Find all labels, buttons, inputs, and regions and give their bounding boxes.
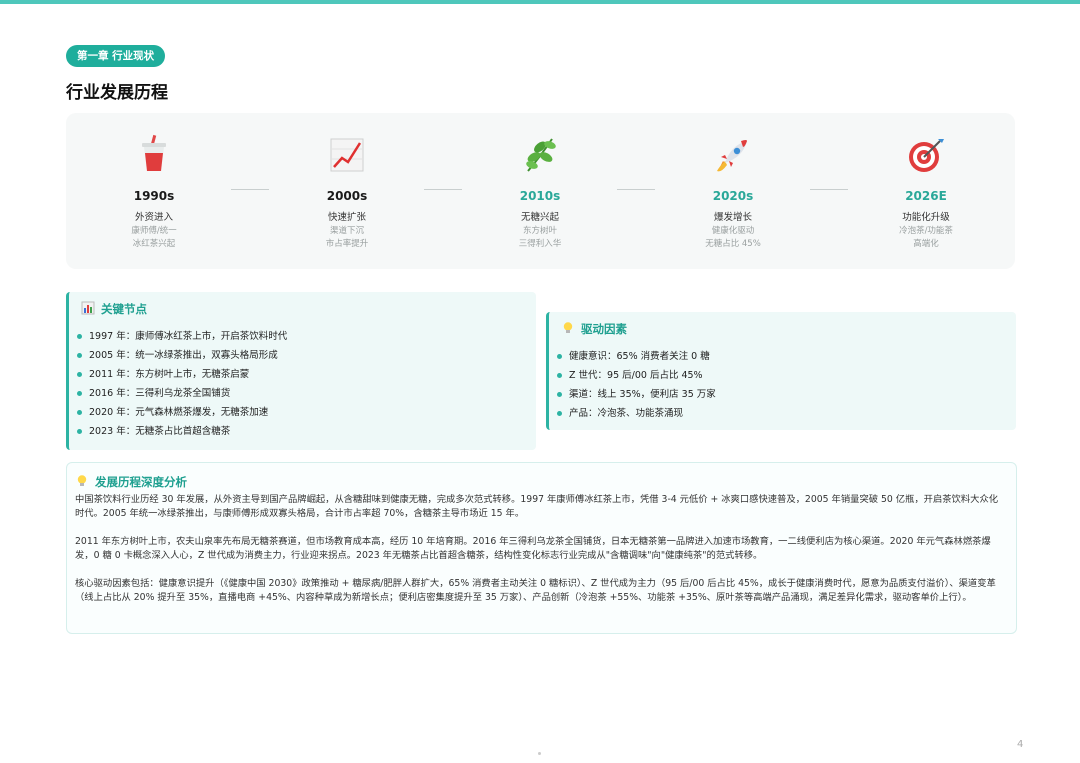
timeline-desc: 健康化驱动 无糖占比 45% bbox=[705, 226, 761, 249]
timeline-desc: 东方树叶 三得利入华 bbox=[518, 226, 562, 249]
timeline-connector bbox=[810, 189, 848, 190]
lightbulb-icon bbox=[77, 475, 87, 486]
chapter-tag: 第一章 行业现状 bbox=[66, 45, 166, 67]
timeline-desc: 康师傅/统一 冰红茶兴起 bbox=[131, 226, 177, 249]
rocket-icon bbox=[717, 140, 747, 172]
timeline-desc: 冷泡茶/功能茶 高端化 bbox=[899, 226, 953, 249]
list-item: 2023 年：无糖茶占比首超含糖茶 bbox=[77, 422, 287, 441]
analysis-section: 发展历程深度分析 中国茶饮料行业历经 30 年发展，从外资主导到国产品牌崛起，从… bbox=[66, 462, 1017, 634]
list-item: Z 世代：95 后/00 后占比 45% bbox=[557, 366, 716, 385]
analysis-title: 发展历程深度分析 bbox=[75, 474, 187, 490]
timeline-stage-name: 快速扩张 bbox=[327, 212, 366, 223]
timeline-stage-name: 外资进入 bbox=[134, 212, 173, 223]
timeline-stage-name: 爆发增长 bbox=[713, 212, 752, 223]
list-item: 2016 年：三得利乌龙茶全国铺货 bbox=[77, 384, 287, 403]
list-item: 健康意识：65% 消费者关注 0 糖 bbox=[557, 347, 716, 366]
top-accent-bar bbox=[0, 0, 1080, 4]
list-item: 2011 年：东方树叶上市，无糖茶启蒙 bbox=[77, 365, 287, 384]
analysis-body: 中国茶饮料行业历经 30 年发展，从外资主导到国产品牌崛起，从含糖甜味到健康无糖… bbox=[75, 493, 1007, 619]
target-icon bbox=[909, 139, 944, 172]
key-nodes-title: 关键节点 bbox=[81, 301, 147, 317]
analysis-paragraph: 2011 年东方树叶上市，农夫山泉率先布局无糖茶赛道，但市场教育成本高，经历 1… bbox=[75, 536, 991, 561]
page-number: 4 bbox=[1017, 739, 1024, 750]
bar-chart-icon bbox=[81, 301, 95, 315]
analysis-paragraph: 核心驱动因素包括：健康意识提升（《健康中国 2030》政策推动 + 糖尿病/肥胖… bbox=[75, 578, 996, 603]
drivers-list: 健康意识：65% 消费者关注 0 糖 Z 世代：95 后/00 后占比 45% … bbox=[557, 347, 716, 423]
timeline-desc: 渠道下沉 市占率提升 bbox=[325, 226, 369, 249]
timeline-year: 2000s bbox=[326, 189, 368, 203]
page-title: 行业发展历程 bbox=[66, 83, 168, 103]
list-item: 渠道：线上 35%，便利店 35 万家 bbox=[557, 385, 716, 404]
timeline-year: 2020s bbox=[712, 189, 754, 203]
key-nodes-card: 关键节点 1997 年：康师傅冰红茶上市，开启茶饮料时代 2005 年：统一冰绿… bbox=[66, 292, 536, 450]
list-item: 1997 年：康师傅冰红茶上市，开启茶饮料时代 bbox=[77, 327, 287, 346]
timeline-connector bbox=[424, 189, 462, 190]
timeline-panel: 1990s 外资进入 康师傅/统一 冰红茶兴起 2000s 快速扩张 渠道下沉 市占… bbox=[66, 113, 1015, 269]
timeline-connector bbox=[231, 189, 269, 190]
lightbulb-icon bbox=[563, 322, 573, 333]
timeline-year: 1990s bbox=[133, 189, 175, 203]
list-item: 2005 年：统一冰绿茶推出，双寡头格局形成 bbox=[77, 346, 287, 365]
timeline-year: 2010s bbox=[519, 189, 561, 203]
chart-increasing-icon bbox=[330, 138, 364, 172]
timeline-connector bbox=[617, 189, 655, 190]
drivers-card: 驱动因素 健康意识：65% 消费者关注 0 糖 Z 世代：95 后/00 后占比… bbox=[546, 312, 1016, 430]
list-item: 产品：冷泡茶、功能茶涌现 bbox=[557, 404, 716, 423]
timeline-year: 2026E bbox=[905, 189, 947, 203]
analysis-paragraph: 中国茶饮料行业历经 30 年发展，从外资主导到国产品牌崛起，从含糖甜味到健康无糖… bbox=[75, 494, 999, 519]
page-indicator-dot bbox=[538, 752, 541, 755]
timeline-stage-name: 功能化升级 bbox=[902, 212, 950, 223]
drivers-title: 驱动因素 bbox=[561, 321, 627, 337]
list-item: 2020 年：元气森林燃茶爆发，无糖茶加速 bbox=[77, 403, 287, 422]
drink-cup-icon bbox=[142, 134, 166, 171]
herb-leaf-icon bbox=[526, 138, 556, 172]
timeline-stage-name: 无糖兴起 bbox=[520, 212, 559, 223]
key-nodes-list: 1997 年：康师傅冰红茶上市，开启茶饮料时代 2005 年：统一冰绿茶推出，双… bbox=[77, 327, 287, 441]
